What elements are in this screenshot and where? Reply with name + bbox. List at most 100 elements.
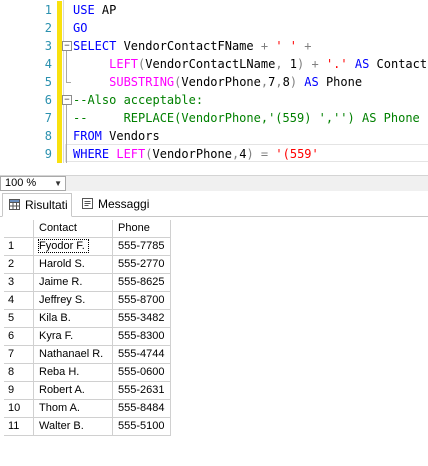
contact-cell[interactable]: Nathanael R. [33,345,113,364]
code-token: '(559' [275,147,319,161]
contact-cell-text: Thom A. [39,402,80,414]
code-line[interactable]: LEFT(VendorContactLName, 1) + '.' AS Con… [73,55,428,73]
row-number-text: 2 [8,258,15,270]
zoom-dropdown[interactable]: 100 % ▼ [0,176,66,191]
phone-cell[interactable]: 555-3482 [112,309,171,328]
phone-cell[interactable]: 555-2631 [112,381,171,400]
contact-cell[interactable]: Jeffrey S. [33,291,113,310]
contact-cell[interactable]: Walter B. [33,417,113,436]
row-number[interactable]: 3 [4,273,34,292]
contact-cell[interactable]: Kyra F. [33,327,113,346]
contact-cell[interactable]: Thom A. [33,399,113,418]
row-header-corner[interactable] [4,220,34,238]
code-token: LEFT [109,57,139,71]
change-marker [57,127,62,145]
collapse-icon[interactable]: − [62,41,72,51]
query-editor[interactable]: 12345678910 USE APGOSELECT VendorContact… [0,0,428,163]
change-marker [57,1,62,19]
table-row[interactable]: 2 Harold S. 555-2770 [4,255,171,274]
table-row[interactable]: 9 Robert A. 555-2631 [4,381,171,400]
contact-cell-text: Robert A. [39,384,85,396]
row-number[interactable]: 4 [4,291,34,310]
tab-messages[interactable]: Messaggi [76,193,152,215]
table-row[interactable]: 3 Jaime R. 555-8625 [4,273,171,292]
code-line[interactable]: -- REPLACE(VendorPhone,'(559) ','') AS P… [73,109,420,127]
contact-cell[interactable]: Fyodor F. [33,237,113,256]
row-number[interactable]: 5 [4,309,34,328]
phone-cell[interactable]: 555-8625 [112,273,171,292]
code-token: SUBSTRING [109,75,175,89]
phone-cell[interactable]: 555-8484 [112,399,171,418]
phone-cell[interactable]: 555-4744 [112,345,171,364]
phone-cell[interactable]: 555-5100 [112,417,171,436]
line-number: 2 [44,21,52,35]
row-number[interactable]: 2 [4,255,34,274]
table-row[interactable]: 1 Fyodor F. 555-7785 [4,237,171,256]
code-token: -- REPLACE(VendorPhone,'(559) ','') AS P… [73,111,420,125]
row-number-text: 4 [8,294,15,306]
line-number: 7 [44,111,52,125]
code-token: 1 [282,57,297,71]
fold-guide [66,105,67,163]
code-line[interactable]: WHERE LEFT(VendorPhone,4) = '(559' [73,145,319,163]
results-grid[interactable]: Contact Phone 1 Fyodor F. 555-7785 2 Harold … [4,220,171,436]
code-line[interactable]: GO [73,19,87,37]
phone-cell[interactable]: 555-8300 [112,327,171,346]
table-row[interactable]: 6 Kyra F. 555-8300 [4,327,171,346]
contact-cell[interactable]: Jaime R. [33,273,113,292]
row-number[interactable]: 11 [4,417,34,436]
contact-cell-text: Jeffrey S. [39,294,86,306]
row-number[interactable]: 8 [4,363,34,382]
table-row[interactable]: 4 Jeffrey S. 555-8700 [4,291,171,310]
phone-cell[interactable]: 555-8700 [112,291,171,310]
code-line[interactable]: FROM Vendors [73,127,160,145]
column-header-contact[interactable]: Contact [33,220,113,238]
phone-cell-text: 555-7785 [118,240,165,252]
phone-cell[interactable]: 555-0600 [112,363,171,382]
contact-cell[interactable]: Robert A. [33,381,113,400]
contact-cell[interactable]: Harold S. [33,255,113,274]
zoom-value: 100 % [5,177,37,189]
table-row[interactable]: 7 Nathanael R. 555-4744 [4,345,171,364]
change-marker [57,73,62,91]
tab-results[interactable]: Risultati [2,193,72,217]
phone-cell[interactable]: 555-7785 [112,237,171,256]
contact-cell[interactable]: Reba H. [33,363,113,382]
contact-cell-text: Fyodor F. [38,239,89,253]
horizontal-scrollbar[interactable] [67,179,423,187]
code-line[interactable]: SUBSTRING(VendorPhone,7,8) AS Phone [73,73,362,91]
table-row[interactable]: 11 Walter B. 555-5100 [4,417,171,436]
row-number[interactable]: 10 [4,399,34,418]
code-token: + [260,39,269,53]
line-number: 9 [44,147,52,161]
row-number[interactable]: 9 [4,381,34,400]
collapse-icon[interactable]: − [62,95,72,105]
code-token: FROM [73,129,102,143]
table-row[interactable]: 5 Kila B. 555-3482 [4,309,171,328]
row-number[interactable]: 7 [4,345,34,364]
column-header-phone[interactable]: Phone [112,220,171,238]
phone-cell[interactable]: 555-2770 [112,255,171,274]
line-number: 3 [44,39,52,53]
code-line[interactable]: SELECT VendorContactFName + ' ' + [73,37,311,55]
results-pane: Contact Phone 1 Fyodor F. 555-7785 2 Harold … [0,217,428,466]
row-number-text: 5 [8,312,15,324]
contact-cell[interactable]: Kila B. [33,309,113,328]
table-row[interactable]: 10 Thom A. 555-8484 [4,399,171,418]
fold-guide-end [66,82,71,83]
row-number[interactable]: 6 [4,327,34,346]
code-token: --Also acceptable: [73,93,204,107]
row-number[interactable]: 1 [4,237,34,256]
code-token: Contact [369,57,428,71]
table-row[interactable]: 8 Reba H. 555-0600 [4,363,171,382]
code-line[interactable]: --Also acceptable: [73,91,203,109]
chevron-down-icon[interactable]: ▼ [54,177,62,190]
code-token: Vendors [101,129,160,143]
code-token: '.' [325,57,348,71]
code-line[interactable]: USE AP [73,1,116,19]
change-marker [57,145,62,163]
code-token: AP [94,3,117,17]
